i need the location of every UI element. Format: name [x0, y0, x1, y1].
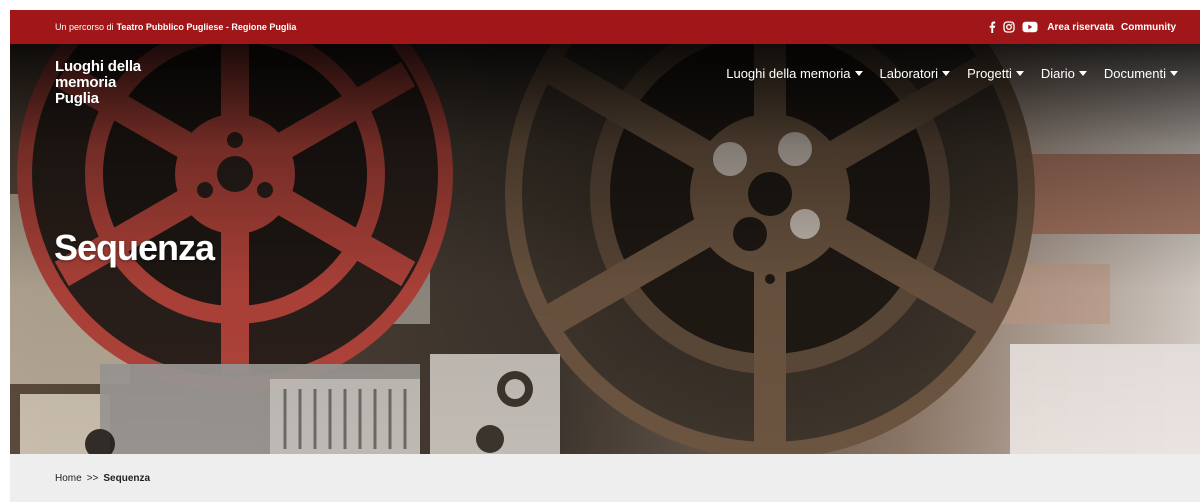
caret-down-icon: [1015, 71, 1024, 76]
caret-down-icon: [1078, 71, 1087, 76]
area-riservata-link[interactable]: Area riservata: [1047, 22, 1114, 33]
credits-prefix: Un percorso di: [55, 22, 114, 32]
nav-item-label: Progetti: [967, 66, 1012, 81]
breadcrumb-current: Sequenza: [103, 472, 151, 484]
nav-item-label: Documenti: [1103, 66, 1166, 81]
nav-item-label: Diario: [1040, 66, 1075, 81]
community-link[interactable]: Community: [1121, 22, 1176, 33]
nav-item-progetti[interactable]: Progetti: [967, 66, 1024, 81]
nav-item-luoghi-della-memoria[interactable]: Luoghi della memoria: [726, 66, 863, 81]
hero-banner: Luoghi della memoria Puglia Luoghi della…: [10, 44, 1200, 454]
social-links: [988, 21, 1038, 33]
nav-item-laboratori[interactable]: Laboratori: [880, 66, 951, 81]
page: Un percorso di Teatro Pubblico Pugliese …: [10, 10, 1200, 502]
top-bar: Un percorso di Teatro Pubblico Pugliese …: [10, 10, 1200, 44]
breadcrumb-home[interactable]: Home: [55, 473, 82, 484]
logo-line: memoria: [55, 74, 117, 91]
nav-item-documenti[interactable]: Documenti: [1104, 66, 1178, 81]
caret-down-icon: [942, 71, 951, 76]
breadcrumb-separator: >>: [86, 472, 99, 484]
caret-down-icon: [854, 71, 863, 76]
page-title: Sequenza: [54, 227, 215, 268]
youtube-icon[interactable]: [1022, 21, 1038, 33]
logo-line: Puglia: [55, 90, 99, 107]
main-nav: Luoghi della memoria Laboratori Progetti…: [726, 66, 1178, 81]
instagram-icon[interactable]: [1003, 21, 1015, 33]
site-logo[interactable]: Luoghi della memoria Puglia: [55, 59, 175, 107]
nav-item-diario[interactable]: Diario: [1041, 66, 1087, 81]
facebook-icon[interactable]: [988, 21, 996, 33]
top-bar-right: Area riservata Community: [988, 21, 1176, 33]
nav-item-label: Laboratori: [879, 66, 939, 81]
caret-down-icon: [1170, 71, 1178, 76]
logo-line: Luoghi della: [55, 58, 141, 75]
credits-org[interactable]: Teatro Pubblico Pugliese - Regione Pugli…: [117, 22, 297, 32]
breadcrumb: Home >> Sequenza: [10, 454, 1200, 502]
nav-item-label: Luoghi della memoria: [726, 66, 851, 81]
credits: Un percorso di Teatro Pubblico Pugliese …: [55, 22, 296, 32]
